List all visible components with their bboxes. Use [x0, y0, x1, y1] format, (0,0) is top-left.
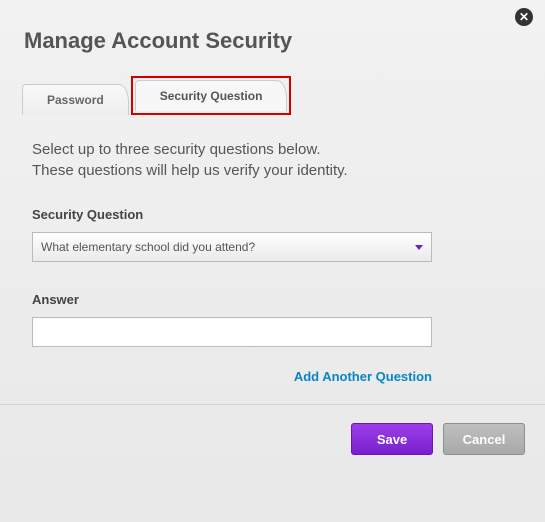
- intro-text: Select up to three security questions be…: [32, 139, 513, 181]
- tab-bar: Password Security Question: [22, 76, 545, 115]
- tab-security-question-highlight: Security Question: [131, 76, 292, 115]
- dialog-title: Manage Account Security: [0, 0, 545, 54]
- security-question-select[interactable]: What elementary school did you attend?: [32, 232, 432, 262]
- answer-label: Answer: [32, 292, 513, 307]
- save-button[interactable]: Save: [351, 423, 433, 455]
- button-row: Save Cancel: [0, 405, 545, 455]
- cancel-button[interactable]: Cancel: [443, 423, 525, 455]
- chevron-down-icon: [415, 245, 423, 250]
- add-another-question-link[interactable]: Add Another Question: [32, 369, 432, 384]
- security-question-label: Security Question: [32, 207, 513, 222]
- intro-line1: Select up to three security questions be…: [32, 141, 321, 158]
- tab-content: Select up to three security questions be…: [0, 115, 545, 384]
- answer-input[interactable]: [32, 317, 432, 347]
- tab-security-question[interactable]: Security Question: [135, 80, 288, 111]
- security-question-selected: What elementary school did you attend?: [41, 240, 255, 254]
- close-icon[interactable]: ✕: [515, 8, 533, 26]
- tab-password[interactable]: Password: [22, 84, 129, 115]
- intro-line2: These questions will help us verify your…: [32, 162, 348, 179]
